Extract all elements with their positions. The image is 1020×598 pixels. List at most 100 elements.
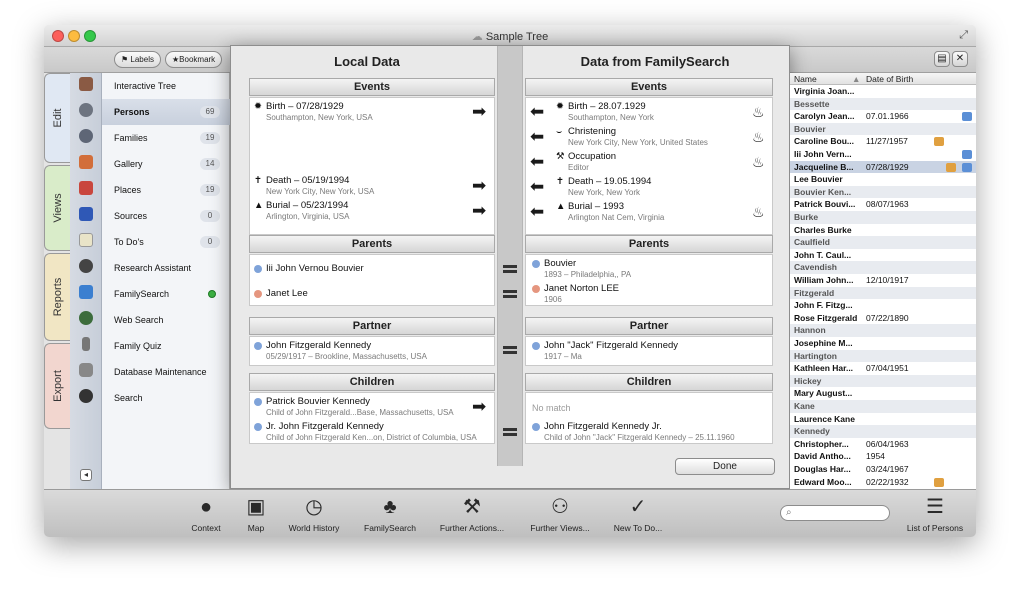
person-row[interactable]: Josephine M... (790, 337, 976, 350)
sidebar-item-sources[interactable]: Sources 0 (102, 203, 230, 229)
familysearch-button[interactable]: ♣ FamilySearch (358, 490, 422, 537)
local-parent-row[interactable]: Iii John Vernou Bouvier (250, 257, 494, 281)
surname-group-row[interactable]: Hannon (790, 324, 976, 337)
sidebar-item-research-assistant[interactable]: Research Assistant (102, 255, 230, 281)
places-icon[interactable] (79, 181, 93, 195)
fullscreen-icon[interactable]: ⤢ (959, 29, 968, 42)
family-quiz-icon[interactable] (82, 337, 90, 351)
search-input[interactable]: ⌕ (780, 505, 890, 521)
basket-icon[interactable]: ♨ (752, 204, 765, 220)
copy-right-arrow-icon[interactable]: ➡ (472, 177, 486, 195)
map-button[interactable]: ▣ Map (238, 490, 274, 537)
person-row[interactable]: Caroline Bou... 11/27/1957 (790, 135, 976, 148)
sources-icon[interactable] (79, 207, 93, 221)
sidebar-item-places[interactable]: Places 19 (102, 177, 230, 203)
person-row[interactable]: John F. Fitzg... (790, 299, 976, 312)
database-icon[interactable] (79, 363, 93, 377)
remote-parent-row[interactable]: Janet Norton LEE 1906 (526, 282, 772, 306)
tab-reports[interactable]: Reports (44, 253, 70, 341)
remote-event-row[interactable]: ⬅ ✹ Birth – 28.07.1929 Southampton, New … (526, 100, 772, 124)
copy-right-arrow-icon[interactable]: ➡ (472, 202, 486, 220)
person-row[interactable]: Edward Moo... 02/22/1932 (790, 476, 976, 489)
collapse-sidebar-button[interactable]: ◂ (80, 469, 92, 481)
remote-child-row[interactable]: John Fitzgerald Kennedy Jr. Child of Joh… (526, 420, 772, 444)
surname-group-row[interactable]: Fitzgerald (790, 286, 976, 300)
search-icon[interactable] (79, 389, 93, 403)
person-row[interactable]: David Antho... 1954 (790, 450, 976, 463)
basket-icon[interactable]: ♨ (752, 154, 765, 170)
tab-edit[interactable]: Edit (44, 73, 70, 163)
sidebar-item-search[interactable]: Search (102, 385, 230, 411)
person-icon[interactable] (79, 103, 93, 117)
surname-group-row[interactable]: Bouvier (790, 122, 976, 136)
copy-left-arrow-icon[interactable]: ⬅ (530, 128, 544, 146)
local-event-row[interactable]: ✝ Death – 05/19/1994 New York City, New … (250, 174, 494, 198)
remote-partner-row[interactable]: John "Jack" Fitzgerald Kennedy 1917 – Ma (526, 339, 772, 363)
copy-left-arrow-icon[interactable]: ⬅ (530, 153, 544, 171)
local-child-row[interactable]: Jr. John Fitzgerald Kennedy Child of Joh… (250, 420, 494, 444)
list-of-persons-button[interactable]: ☰ List of Persons (900, 490, 970, 537)
surname-group-row[interactable]: Cavendish (790, 261, 976, 274)
date-column-header[interactable]: Date of Birth (866, 73, 913, 85)
copy-left-arrow-icon[interactable]: ⬅ (530, 203, 544, 221)
surname-group-row[interactable]: Burke (790, 211, 976, 224)
copy-right-arrow-icon[interactable]: ➡ (472, 398, 486, 416)
surname-group-row[interactable]: Bessette (790, 97, 976, 111)
families-icon[interactable] (79, 129, 93, 143)
local-event-row[interactable]: ▲ Burial – 05/23/1994 Arlington, Virgini… (250, 199, 494, 223)
gallery-icon[interactable] (79, 155, 93, 169)
done-button[interactable]: Done (675, 458, 775, 475)
name-column-header[interactable]: Name (794, 73, 817, 85)
person-row[interactable]: Iii John Vern... (790, 148, 976, 161)
research-assistant-icon[interactable] (79, 259, 93, 273)
remote-parent-row[interactable]: Bouvier 1893 – Philadelphia,, PA (526, 257, 772, 281)
sidebar-item-family-quiz[interactable]: Family Quiz (102, 333, 230, 359)
local-child-row[interactable]: Patrick Bouvier Kennedy Child of John Fi… (250, 395, 494, 419)
sidebar-item-todos[interactable]: To Do's 0 (102, 229, 230, 255)
surname-group-row[interactable]: Kane (790, 400, 976, 413)
bookmark-button[interactable]: ★Bookmark (165, 51, 223, 68)
surname-group-row[interactable]: Kennedy (790, 425, 976, 438)
new-todo-button[interactable]: ✓ New To Do... (606, 490, 670, 537)
todo-icon[interactable] (79, 233, 93, 247)
web-search-icon[interactable] (79, 311, 93, 325)
sidebar-item-web-search[interactable]: Web Search (102, 307, 230, 333)
print-button[interactable]: ▤ (934, 51, 950, 67)
remote-event-row[interactable]: ⬅ ▲ Burial – 1993 Arlington Nat Cem, Vir… (526, 200, 772, 224)
person-row[interactable]: Laurence Kane (790, 413, 976, 426)
copy-right-arrow-icon[interactable]: ➡ (472, 103, 486, 121)
person-row[interactable]: Patrick Bouvi... 08/07/1963 (790, 198, 976, 211)
basket-icon[interactable]: ♨ (752, 129, 765, 145)
sidebar-item-families[interactable]: Families 19 (102, 125, 230, 151)
local-parent-row[interactable]: Janet Lee (250, 282, 494, 306)
remote-event-row[interactable]: ⬅ ⌣ Christening New York City, New York,… (526, 125, 772, 149)
person-row[interactable]: Rose Fitzgerald 07/22/1890 (790, 312, 976, 325)
person-row[interactable]: Jacqueline B... 07/28/1929 (790, 160, 976, 174)
basket-icon[interactable]: ♨ (752, 104, 765, 120)
person-row[interactable]: Carolyn Jean... 07.01.1966 (790, 110, 976, 123)
copy-left-arrow-icon[interactable]: ⬅ (530, 103, 544, 121)
close-panel-button[interactable]: ✕ (952, 51, 968, 67)
local-partner-row[interactable]: John Fitzgerald Kennedy 05/29/1917 – Bro… (250, 339, 494, 363)
sidebar-item-familysearch[interactable]: FamilySearch (102, 281, 230, 307)
local-event-row[interactable]: ✹ Birth – 07/28/1929 Southampton, New Yo… (250, 100, 494, 124)
sidebar-item-database-maintenance[interactable]: Database Maintenance (102, 359, 230, 385)
tab-views[interactable]: Views (44, 165, 70, 251)
surname-group-row[interactable]: Bouvier Ken... (790, 185, 976, 199)
person-row[interactable]: Christopher... 06/04/1963 (790, 438, 976, 451)
sidebar-item-persons[interactable]: Persons 69 (102, 99, 230, 125)
person-row[interactable]: Douglas Har... 03/24/1967 (790, 463, 976, 476)
person-row[interactable]: Charles Burke (790, 224, 976, 237)
person-row[interactable]: Virginia Joan... (790, 85, 976, 98)
person-row[interactable]: William John... 12/10/1917 (790, 274, 976, 287)
person-row[interactable]: John T. Caul... (790, 249, 976, 262)
labels-button[interactable]: ⚑ Labels (114, 51, 161, 68)
person-row[interactable]: Lee Bouvier (790, 173, 976, 186)
world-history-button[interactable]: ◷ World History (282, 490, 346, 537)
interactive-tree-icon[interactable] (79, 77, 93, 91)
familysearch-icon[interactable] (79, 285, 93, 299)
sidebar-item-gallery[interactable]: Gallery 14 (102, 151, 230, 177)
further-actions-button[interactable]: ⚒ Further Actions... (432, 490, 512, 537)
person-row[interactable]: Kathleen Har... 07/04/1951 (790, 362, 976, 375)
surname-group-row[interactable]: Hickey (790, 374, 976, 388)
